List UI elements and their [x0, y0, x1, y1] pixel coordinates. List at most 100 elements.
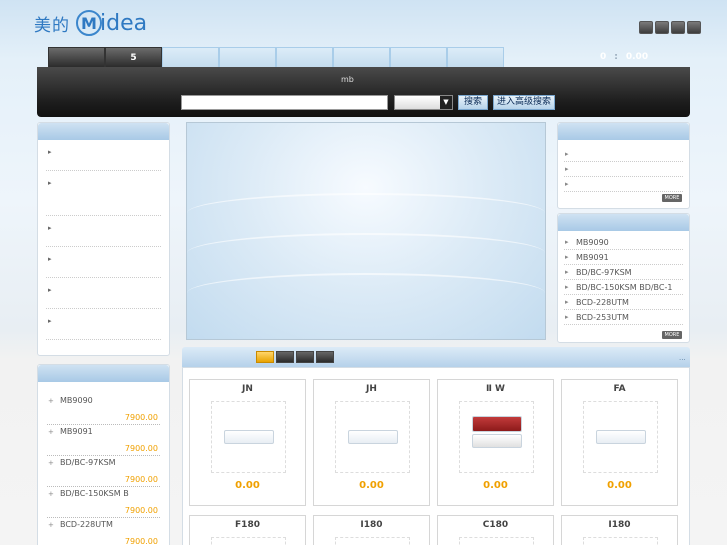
nav-tab-3[interactable] — [162, 47, 219, 67]
product-card[interactable]: I180 — [561, 515, 678, 545]
product-name: MB9091 — [60, 427, 93, 436]
product-tab-3[interactable] — [296, 351, 314, 363]
price-list-item[interactable]: + BD/BC-97KSM 7900.00 — [47, 456, 160, 487]
product-tab-4[interactable] — [316, 351, 334, 363]
arrow-right-icon: ▸ — [565, 298, 569, 306]
product-image[interactable] — [335, 537, 410, 545]
category-item[interactable]: ▸ — [46, 309, 161, 340]
product-card[interactable]: Ⅱ W 0.00 — [437, 379, 554, 506]
chevron-down-icon: ▼ — [440, 96, 452, 109]
product-card[interactable]: JH 0.00 — [313, 379, 430, 506]
arrow-right-icon: ▸ — [565, 268, 569, 276]
product-card[interactable]: C180 — [437, 515, 554, 545]
search-button[interactable]: 搜索 — [458, 95, 488, 110]
arrow-right-icon: ▸ — [565, 313, 569, 321]
nav-tab-6[interactable] — [333, 47, 390, 67]
category-item[interactable]: ▸ — [46, 247, 161, 278]
product-name: BD/BC-150KSM B — [60, 489, 129, 498]
category-item[interactable]: ▸ — [46, 278, 161, 309]
advanced-search-button[interactable]: 进入高级搜索 — [493, 95, 555, 110]
product-image[interactable] — [459, 401, 534, 473]
utility-button-1[interactable] — [639, 21, 653, 34]
utility-button-4[interactable] — [687, 21, 701, 34]
main-nav: 5 — [48, 47, 504, 67]
product-name: BD/BC-97KSM — [60, 458, 116, 467]
product-image[interactable] — [459, 537, 534, 545]
product-tabs — [256, 351, 334, 363]
arrow-right-icon: + — [48, 521, 54, 529]
hot-product-item[interactable]: ▸ BD/BC-97KSM — [564, 265, 683, 280]
arrow-right-icon: + — [48, 397, 54, 405]
product-price: 0.00 — [359, 480, 384, 491]
product-card[interactable]: JN 0.00 — [189, 379, 306, 506]
arrow-right-icon: ▸ — [48, 224, 52, 232]
price-list-header — [38, 365, 169, 382]
hot-product-item[interactable]: ▸ MB9091 — [564, 250, 683, 265]
product-title: I180 — [360, 520, 383, 530]
nav-tab-5[interactable] — [276, 47, 333, 67]
news-item[interactable]: ▸ — [564, 177, 683, 192]
cart-summary[interactable]: 0 : 0.00 — [600, 52, 648, 62]
price-list-item[interactable]: + BD/BC-150KSM B 7900.00 — [47, 487, 160, 518]
product-card[interactable]: FA 0.00 — [561, 379, 678, 506]
nav-tab-2[interactable]: 5 — [105, 47, 162, 67]
search-input[interactable] — [181, 95, 388, 110]
price-list-item[interactable]: + MB9090 7900.00 — [47, 394, 160, 425]
brand-logo[interactable]: 美的 M idea — [34, 8, 147, 38]
arrow-right-icon: ▸ — [565, 283, 569, 291]
product-image[interactable] — [583, 537, 658, 545]
products-more-link[interactable]: ... — [679, 354, 686, 362]
utility-button-3[interactable] — [671, 21, 685, 34]
cart-separator: : — [614, 52, 618, 62]
banner-wave — [187, 273, 545, 313]
category-item[interactable]: ▸ — [46, 171, 161, 216]
price-list-item[interactable]: + MB9091 7900.00 — [47, 425, 160, 456]
more-button[interactable]: MORE — [662, 194, 682, 202]
product-image[interactable] — [583, 401, 658, 473]
hot-product-item[interactable]: ▸ MB9090 — [564, 235, 683, 250]
product-tab-2[interactable] — [276, 351, 294, 363]
arrow-right-icon: ▸ — [48, 286, 52, 294]
price-list-item[interactable]: + BCD-228UTM 7900.00 — [47, 518, 160, 545]
more-button[interactable]: MORE — [662, 331, 682, 339]
air-conditioner-image — [348, 430, 398, 444]
nav-tab-7[interactable] — [390, 47, 447, 67]
utility-button-2[interactable] — [655, 21, 669, 34]
air-conditioner-image — [224, 430, 274, 444]
product-card[interactable]: I180 — [313, 515, 430, 545]
news-item[interactable]: ▸ — [564, 147, 683, 162]
arrow-right-icon: ▸ — [565, 180, 569, 188]
news-item[interactable]: ▸ — [564, 162, 683, 177]
cart-total: 0.00 — [625, 52, 649, 62]
air-conditioner-image — [596, 430, 646, 444]
arrow-right-icon: ▸ — [565, 150, 569, 158]
nav-tab-1[interactable] — [48, 47, 105, 67]
category-panel: ▸ ▸ ▸ ▸ ▸ ▸ — [37, 122, 170, 356]
product-title: I180 — [608, 520, 631, 530]
hot-product-item[interactable]: ▸ BD/BC-150KSM BD/BC-1 — [564, 280, 683, 295]
hot-product-item[interactable]: ▸ BCD-228UTM — [564, 295, 683, 310]
news-panel-header — [558, 123, 689, 140]
product-price: 7900.00 — [124, 413, 158, 422]
search-category-select[interactable]: ▼ — [394, 95, 453, 110]
cart-count: 0 — [600, 52, 607, 62]
product-title: C180 — [482, 520, 509, 530]
category-item[interactable]: ▸ — [46, 216, 161, 247]
product-image[interactable] — [335, 401, 410, 473]
product-name: BCD-228UTM — [60, 520, 113, 529]
product-title: F180 — [235, 520, 260, 530]
category-item[interactable]: ▸ — [46, 140, 161, 171]
arrow-right-icon: + — [48, 428, 54, 436]
product-price: 0.00 — [607, 480, 632, 491]
product-tab-1[interactable] — [256, 351, 274, 363]
air-conditioner-image — [472, 434, 522, 448]
nav-tab-8[interactable] — [447, 47, 504, 67]
search-bar-label: mb — [341, 75, 354, 84]
nav-tab-4[interactable] — [219, 47, 276, 67]
arrow-right-icon: ▸ — [565, 253, 569, 261]
product-image[interactable] — [211, 401, 286, 473]
product-image[interactable] — [211, 537, 286, 545]
product-card[interactable]: F180 — [189, 515, 306, 545]
hot-product-item[interactable]: ▸ BCD-253UTM — [564, 310, 683, 325]
promo-banner[interactable] — [186, 122, 546, 340]
